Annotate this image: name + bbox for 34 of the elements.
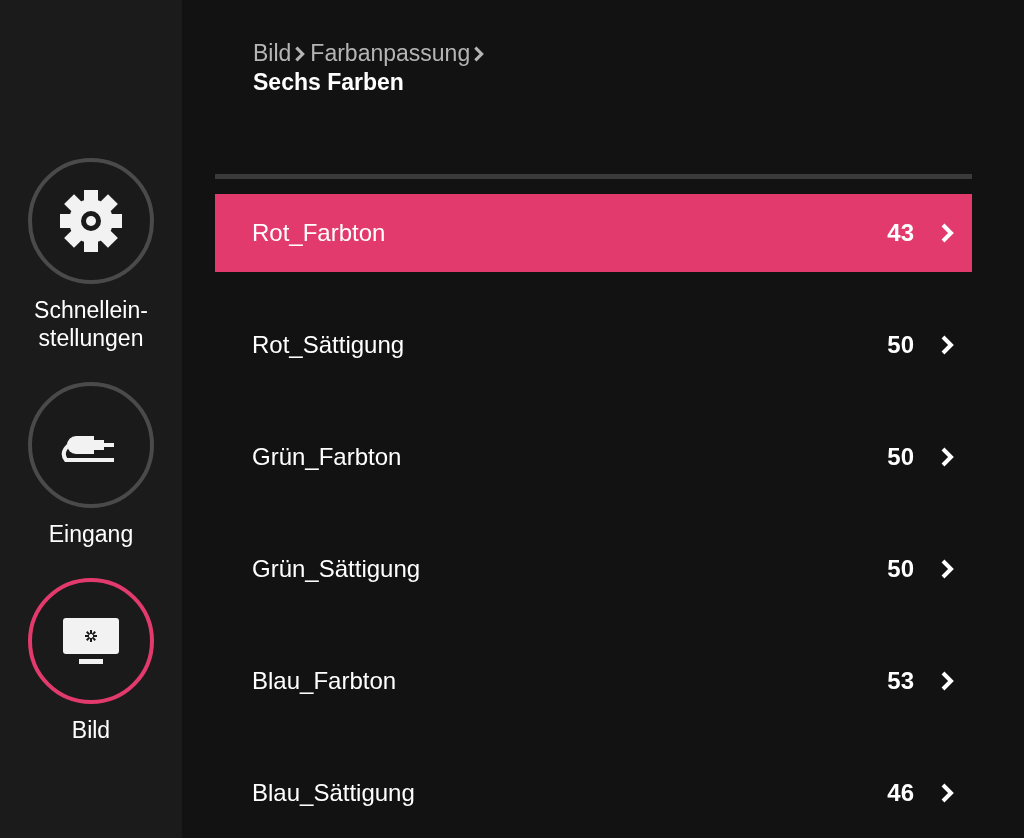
menu-row[interactable]: Blau_Farbton 53 xyxy=(215,642,972,720)
breadcrumb-link[interactable]: Bild xyxy=(253,40,292,67)
setting-label: Blau_Sättigung xyxy=(252,779,416,807)
menu-row[interactable]: Rot_Sättigung 50 xyxy=(215,306,972,384)
chevron-icon xyxy=(294,44,306,63)
category-label: Schnellein-stellungen xyxy=(33,296,149,352)
setting-label: Rot_Sättigung xyxy=(252,331,406,359)
setting-value: 43 xyxy=(887,219,914,247)
setting-label: Rot_Farbton xyxy=(252,219,387,247)
monitor-icon xyxy=(61,616,121,666)
category-label: Eingang xyxy=(47,520,135,548)
chevron-icon xyxy=(940,222,954,244)
setting-value: 50 xyxy=(887,331,914,359)
chevron-icon xyxy=(940,446,954,468)
breadcrumb-link[interactable]: Farbanpassung xyxy=(310,40,471,67)
chevron-icon xyxy=(940,334,954,356)
setting-label: Grün_Sättigung xyxy=(252,555,422,583)
chevron-icon xyxy=(940,670,954,692)
setting-value: 46 xyxy=(887,779,914,807)
gear-icon xyxy=(59,189,123,253)
menu-row[interactable]: Grün_Farbton 50 xyxy=(215,418,972,496)
chevron-icon xyxy=(940,558,954,580)
setting-value: 50 xyxy=(887,555,914,583)
chevron-icon xyxy=(473,44,485,63)
menu-row[interactable]: Grün_Sättigung 50 xyxy=(215,530,972,608)
menu-row[interactable]: Blau_Sättigung 46 xyxy=(215,754,972,832)
setting-label: Grün_Farbton xyxy=(252,443,403,471)
setting-label: Blau_Farbton xyxy=(252,667,398,695)
menu-row[interactable]: Rot_Farbton 43 xyxy=(215,194,972,272)
chevron-icon xyxy=(940,782,954,804)
category-label: Bild xyxy=(70,716,112,744)
setting-value: 53 xyxy=(887,667,914,695)
current-page-title: Sechs Farben xyxy=(252,69,405,96)
setting-value: 50 xyxy=(887,443,914,471)
